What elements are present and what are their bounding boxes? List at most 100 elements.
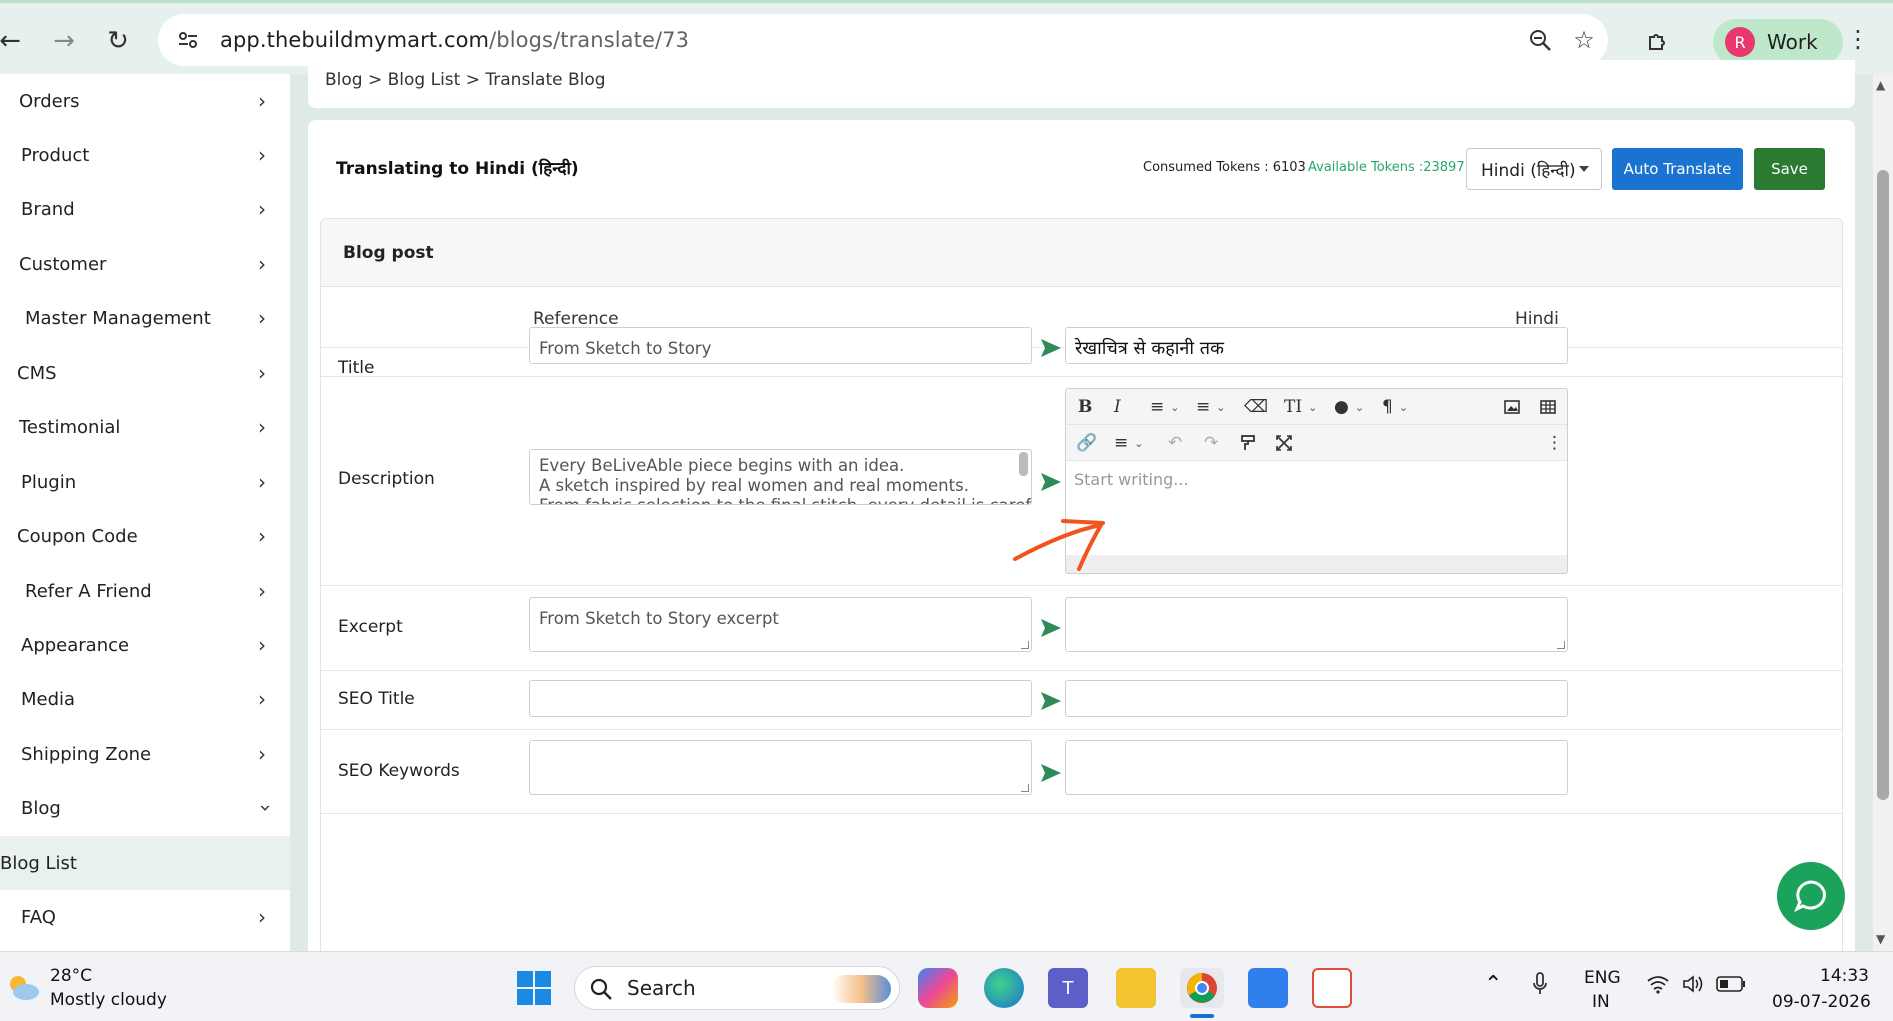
site-settings-icon[interactable]: [164, 16, 212, 64]
language-indicator-top[interactable]: ENG: [1584, 968, 1621, 988]
show-hidden-icons[interactable]: ⌃: [1484, 972, 1502, 997]
sidebar-item-customer[interactable]: Customer ›: [0, 237, 290, 291]
editor-content[interactable]: Start writing...: [1066, 461, 1567, 555]
clock-time[interactable]: 14:33: [1820, 966, 1869, 986]
resize-grip[interactable]: [1021, 784, 1029, 792]
resize-grip[interactable]: [1557, 641, 1565, 649]
hindi-seo-keywords-field[interactable]: [1065, 740, 1568, 795]
chat-widget-button[interactable]: [1777, 862, 1845, 930]
wifi-icon[interactable]: [1646, 974, 1670, 999]
file-explorer-icon[interactable]: [1116, 968, 1156, 1008]
text-color-icon[interactable]: ● ⌄: [1334, 395, 1364, 419]
paragraph-icon[interactable]: ¶ ⌄: [1382, 395, 1408, 419]
eraser-icon[interactable]: ⌫: [1244, 395, 1268, 419]
notepad-icon[interactable]: [1248, 968, 1288, 1008]
send-icon[interactable]: [1039, 762, 1063, 784]
edge-icon[interactable]: [984, 968, 1024, 1008]
sidebar-item-faq[interactable]: FAQ ›: [0, 890, 290, 944]
clock-date[interactable]: 09-07-2026: [1772, 992, 1871, 1012]
profile-chip[interactable]: R Work: [1713, 19, 1843, 65]
hindi-seo-title-field[interactable]: [1065, 680, 1568, 717]
sidebar-item-appearance[interactable]: Appearance ›: [0, 618, 290, 672]
rich-text-editor: B I ≡ ⌄ ≡ ⌄ ⌫ TI ⌄ ● ⌄ ¶ ⌄ 🔗 ≡ ⌄ ↶ ↷ ⋮ S…: [1065, 388, 1568, 574]
reload-icon[interactable]: ↻: [100, 23, 136, 59]
font-size-icon[interactable]: TI ⌄: [1284, 395, 1317, 419]
browser-menu-icon[interactable]: ⋮: [1846, 25, 1870, 53]
scroll-down-icon[interactable]: ▼: [1876, 932, 1885, 946]
save-button[interactable]: Save: [1754, 148, 1825, 190]
italic-icon[interactable]: I: [1114, 395, 1121, 419]
teams-icon[interactable]: T: [1048, 968, 1088, 1008]
send-icon[interactable]: [1039, 471, 1063, 493]
sidebar-item-product[interactable]: Product ›: [0, 128, 290, 182]
sidebar-item-cms[interactable]: CMS ›: [0, 346, 290, 400]
row-divider: [321, 813, 1842, 814]
image-icon[interactable]: [1504, 395, 1520, 419]
numbered-list-icon[interactable]: ≡ ⌄: [1196, 395, 1225, 419]
language-select[interactable]: Hindi (हिन्दी): [1466, 148, 1602, 190]
chrome-icon[interactable]: [1180, 968, 1224, 1008]
sidebar-item-coupon-code[interactable]: Coupon Code ›: [0, 509, 290, 563]
weather-description: Mostly cloudy: [50, 990, 167, 1010]
windows-taskbar: 28°C Mostly cloudy Search T ⌃ ENG IN 14:…: [0, 951, 1893, 1021]
textarea-scrollbar[interactable]: [1019, 452, 1028, 476]
hindi-excerpt-field[interactable]: [1065, 597, 1568, 652]
bullet-list-icon[interactable]: ≡ ⌄: [1150, 395, 1179, 419]
row-label-seo-title: SEO Title: [338, 689, 415, 709]
sidebar-item-blog[interactable]: Blog ›: [0, 781, 290, 835]
send-icon[interactable]: [1039, 690, 1063, 712]
weather-icon[interactable]: [4, 972, 42, 1006]
microphone-icon[interactable]: [1532, 972, 1548, 1001]
send-icon[interactable]: [1039, 617, 1063, 639]
fullscreen-icon[interactable]: [1276, 431, 1292, 455]
dropdown-caret-icon: ⌄: [1308, 400, 1318, 414]
battery-icon[interactable]: [1716, 976, 1746, 997]
scrollbar-thumb[interactable]: [1877, 170, 1889, 800]
reference-title-field: From Sketch to Story: [529, 327, 1032, 364]
back-icon[interactable]: ←: [0, 23, 28, 59]
bookmark-star-icon[interactable]: ☆: [1566, 22, 1602, 58]
sidebar-item-media[interactable]: Media ›: [0, 672, 290, 726]
bold-icon[interactable]: B: [1078, 395, 1092, 419]
table-icon[interactable]: [1540, 395, 1556, 419]
forward-icon[interactable]: →: [46, 23, 82, 59]
windows-start-icon[interactable]: [516, 970, 552, 1010]
extensions-icon[interactable]: [1640, 23, 1676, 59]
link-icon[interactable]: 🔗: [1076, 431, 1097, 455]
more-options-icon[interactable]: ⋮: [1546, 431, 1563, 455]
chevron-right-icon: ›: [258, 687, 266, 711]
sidebar-item-plugin[interactable]: Plugin ›: [0, 455, 290, 509]
taskbar-search[interactable]: Search: [574, 966, 900, 1010]
copilot-icon[interactable]: [918, 968, 958, 1008]
resize-grip[interactable]: [1021, 641, 1029, 649]
align-icon[interactable]: ≡ ⌄: [1114, 431, 1143, 455]
breadcrumb-card: Blog > Blog List > Translate Blog: [308, 60, 1855, 108]
editor-resize-bar[interactable]: [1066, 555, 1567, 573]
page-scrollbar[interactable]: ▲ ▼: [1873, 74, 1893, 951]
zoom-icon[interactable]: [1522, 22, 1558, 58]
sidebar-item-blog-list[interactable]: Blog List: [0, 836, 290, 890]
breadcrumb[interactable]: Blog > Blog List > Translate Blog: [325, 70, 606, 90]
language-indicator-bottom[interactable]: IN: [1592, 992, 1610, 1012]
sidebar-item-orders[interactable]: Orders ›: [0, 74, 290, 128]
weather-temperature: 28°C: [50, 966, 93, 986]
hindi-title-field[interactable]: रेखाचित्र से कहानी तक: [1065, 327, 1568, 364]
chevron-right-icon: ›: [258, 89, 266, 113]
undo-icon[interactable]: ↶: [1168, 431, 1182, 455]
scroll-up-icon[interactable]: ▲: [1876, 78, 1885, 92]
address-bar[interactable]: app.thebuildmymart.com/blogs/translate/7…: [158, 14, 1608, 66]
snipping-tool-icon[interactable]: [1312, 968, 1352, 1008]
sidebar-item-brand[interactable]: Brand ›: [0, 182, 290, 236]
sidebar-item-shipping-zone[interactable]: Shipping Zone ›: [0, 727, 290, 781]
sidebar-item-refer-a-friend[interactable]: Refer A Friend ›: [0, 564, 290, 618]
sidebar-item-testimonial[interactable]: Testimonial ›: [0, 400, 290, 454]
send-icon[interactable]: [1039, 337, 1063, 359]
volume-icon[interactable]: [1682, 974, 1706, 999]
redo-icon[interactable]: ↷: [1204, 431, 1218, 455]
auto-translate-button[interactable]: Auto Translate: [1612, 148, 1743, 190]
reference-seo-keywords-field: [529, 740, 1032, 795]
sidebar-item-master-management[interactable]: Master Management ›: [0, 291, 290, 345]
section-title: Blog post: [343, 243, 434, 263]
format-painter-icon[interactable]: [1240, 431, 1256, 455]
consumed-tokens: Consumed Tokens : 6103: [1143, 160, 1306, 175]
